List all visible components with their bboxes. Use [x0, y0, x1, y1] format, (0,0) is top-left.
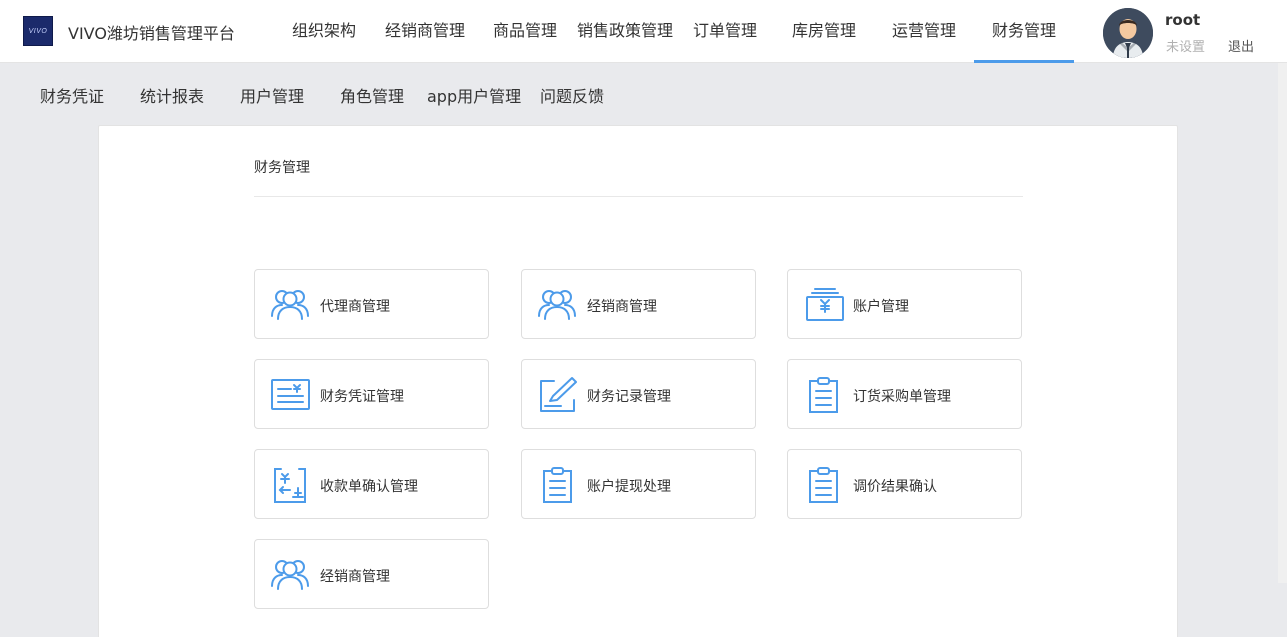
sub-nav-item-feedback[interactable]: 问题反馈 — [540, 83, 604, 107]
user-name: root — [1165, 11, 1201, 29]
sub-nav-item-users[interactable]: 用户管理 — [240, 83, 304, 107]
avatar[interactable] — [1103, 8, 1153, 58]
app-title: VIVO潍坊销售管理平台 — [68, 24, 235, 43]
card-voucher-management[interactable]: 财务凭证管理 — [254, 359, 489, 429]
user-status: 未设置 — [1166, 40, 1206, 55]
users-icon — [269, 556, 311, 594]
sub-nav-item-voucher[interactable]: 财务凭证 — [40, 83, 104, 107]
cash-register-icon — [802, 286, 844, 324]
card-label: 账户提现处理 — [587, 479, 671, 495]
card-purchase-order-management[interactable]: 订货采购单管理 — [787, 359, 1022, 429]
card-label: 经销商管理 — [320, 569, 390, 585]
card-account-management[interactable]: 账户管理 — [787, 269, 1022, 339]
sub-nav-item-roles[interactable]: 角色管理 — [340, 83, 404, 107]
logout-link[interactable]: 退出 — [1228, 36, 1254, 55]
voucher-icon — [269, 376, 311, 414]
main-nav-item-operations[interactable]: 运营管理 — [892, 0, 956, 63]
card-record-management[interactable]: 财务记录管理 — [521, 359, 756, 429]
card-agent-management[interactable]: 代理商管理 — [254, 269, 489, 339]
main-nav-item-dealer[interactable]: 经销商管理 — [385, 0, 465, 63]
card-label: 调价结果确认 — [853, 479, 937, 495]
card-label: 财务凭证管理 — [320, 389, 404, 405]
main-nav-item-product[interactable]: 商品管理 — [493, 0, 557, 63]
content-panel: 财务管理 代理商管理 经销商管理 账户管理 财务凭证管理 财务记录管理 订货采购… — [98, 125, 1178, 637]
clipboard-icon — [802, 376, 844, 414]
card-label: 财务记录管理 — [587, 389, 671, 405]
card-withdrawal-processing[interactable]: 账户提现处理 — [521, 449, 756, 519]
receipt-exchange-icon — [269, 466, 311, 504]
avatar-icon — [1103, 8, 1153, 58]
card-dealer-management[interactable]: 经销商管理 — [521, 269, 756, 339]
edit-record-icon — [536, 376, 578, 414]
card-receipt-confirm-management[interactable]: 收款单确认管理 — [254, 449, 489, 519]
card-price-adjust-confirm[interactable]: 调价结果确认 — [787, 449, 1022, 519]
main-nav-item-finance[interactable]: 财务管理 — [974, 0, 1074, 63]
main-nav-item-sales-policy[interactable]: 销售政策管理 — [577, 0, 673, 63]
main-nav-item-order[interactable]: 订单管理 — [693, 0, 757, 63]
sub-nav-item-app-users[interactable]: app用户管理 — [427, 83, 521, 107]
logo-text: VIVO — [28, 27, 48, 35]
sub-nav-item-reports[interactable]: 统计报表 — [140, 83, 204, 107]
main-nav-item-org[interactable]: 组织架构 — [292, 0, 356, 63]
app-logo[interactable]: VIVO — [23, 16, 53, 46]
panel-divider — [254, 196, 1023, 197]
card-dealer-management-2[interactable]: 经销商管理 — [254, 539, 489, 609]
users-icon — [536, 286, 578, 324]
top-bar: VIVO VIVO潍坊销售管理平台 组织架构 经销商管理 商品管理 销售政策管理… — [0, 0, 1287, 63]
main-nav-item-warehouse[interactable]: 库房管理 — [792, 0, 856, 63]
clipboard-icon — [536, 466, 578, 504]
card-label: 订货采购单管理 — [853, 389, 951, 405]
card-label: 账户管理 — [853, 299, 909, 315]
panel-title: 财务管理 — [254, 160, 310, 176]
card-label: 收款单确认管理 — [320, 479, 418, 495]
clipboard-icon — [802, 466, 844, 504]
users-icon — [269, 286, 311, 324]
card-label: 代理商管理 — [320, 299, 390, 315]
page-scrollbar[interactable] — [1278, 63, 1287, 583]
card-label: 经销商管理 — [587, 299, 657, 315]
